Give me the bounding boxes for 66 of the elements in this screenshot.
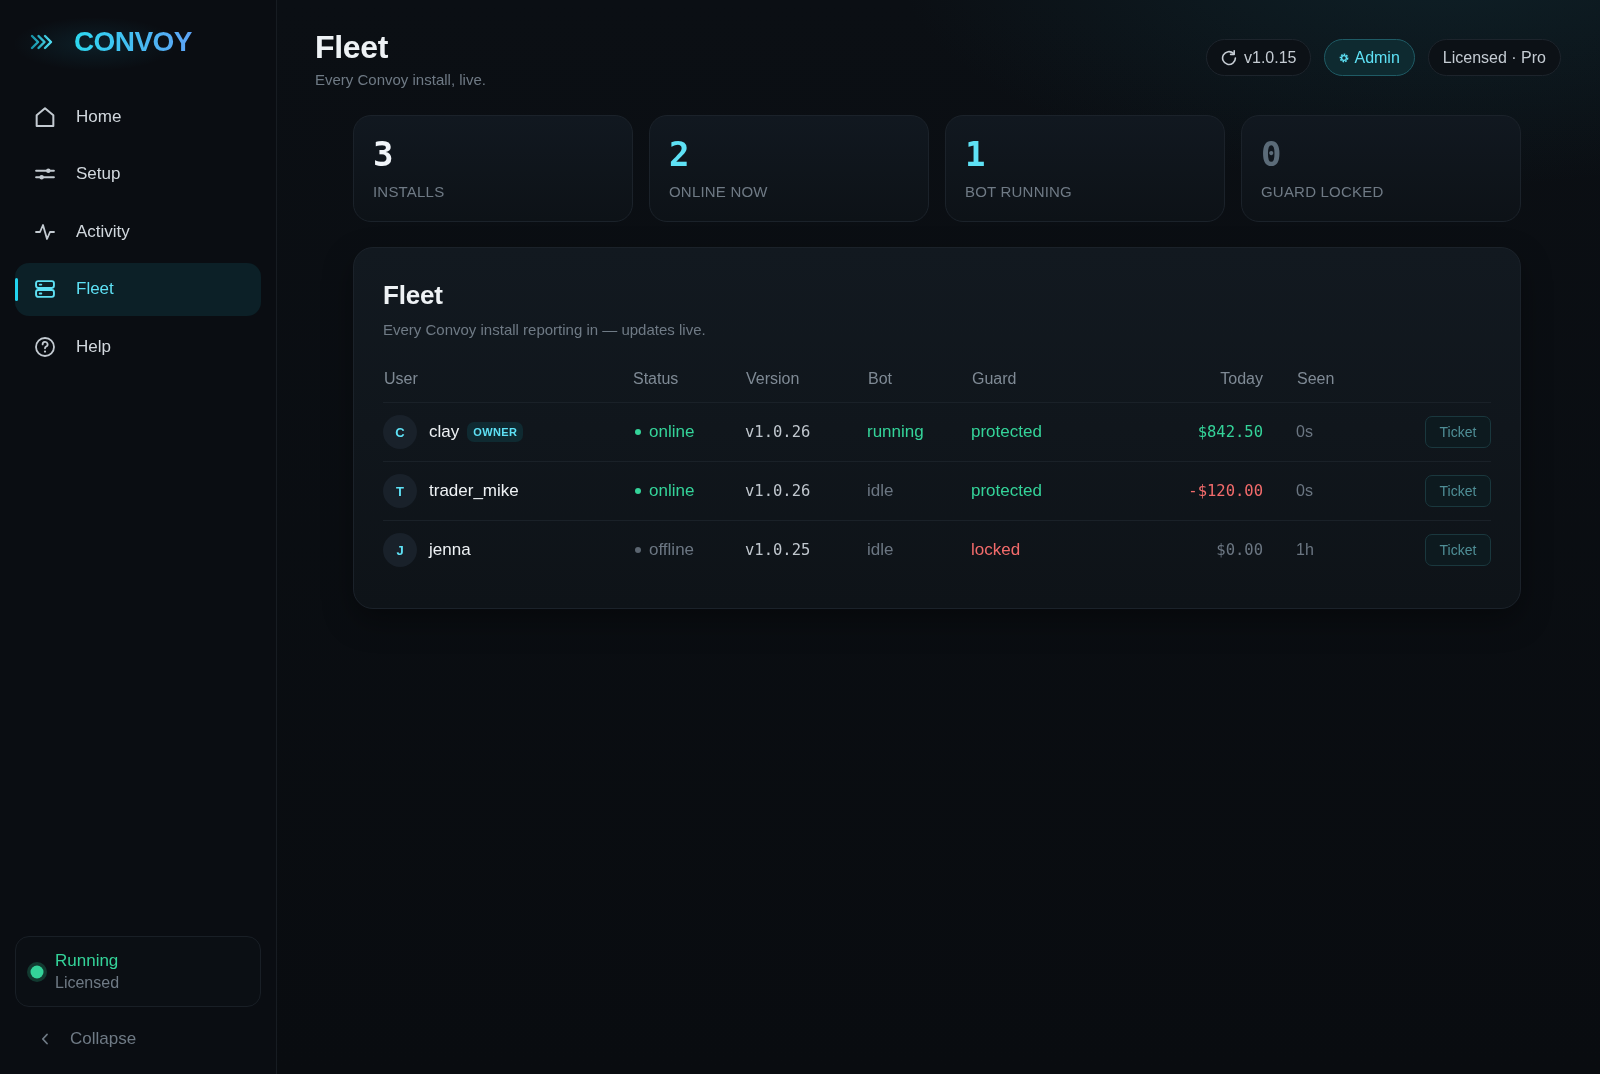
- page-subtitle: Every Convoy install, live.: [315, 71, 486, 89]
- seen-time: 0s: [1296, 482, 1313, 499]
- status-text: offline: [649, 540, 695, 560]
- user-name: clay: [429, 422, 460, 442]
- column-header: Bot: [867, 369, 892, 387]
- chevron-left-icon: [41, 1033, 49, 1045]
- column-header: Guard: [971, 369, 1017, 387]
- ticket-button[interactable]: Ticket: [1425, 475, 1491, 507]
- user-avatar: C: [383, 415, 417, 449]
- today-amount: -$120.00: [1188, 482, 1263, 500]
- stat-value: 0: [1261, 134, 1283, 174]
- bot-state: idle: [867, 481, 894, 500]
- question-icon: [35, 336, 55, 357]
- stat-label: ONLINE NOW: [669, 183, 769, 201]
- version-button[interactable]: v1.0.15: [1206, 39, 1312, 76]
- today-amount: $0.00: [1216, 541, 1263, 559]
- stat-value: 2: [669, 134, 691, 174]
- guard-state: locked: [971, 540, 1021, 559]
- ticket-button[interactable]: Ticket: [1425, 534, 1491, 566]
- panel-title: Fleet: [383, 279, 444, 311]
- pulse-icon: [35, 221, 55, 242]
- stat-label: INSTALLS: [373, 183, 446, 201]
- column-header: Today: [1219, 369, 1263, 387]
- version-text: v1.0.26: [745, 423, 811, 441]
- status-text: online: [649, 422, 695, 442]
- column-header: Status: [632, 369, 679, 387]
- gear-icon: [1339, 52, 1350, 63]
- house-icon: [35, 106, 55, 127]
- triple-chevron-icon: [30, 34, 53, 50]
- seen-time: 0s: [1296, 423, 1313, 440]
- nav-item[interactable]: Help: [15, 320, 261, 373]
- today-amount: $842.50: [1197, 423, 1263, 441]
- refresh-icon: [1221, 49, 1237, 66]
- nav-item[interactable]: Fleet: [15, 262, 261, 316]
- stat-value: 1: [965, 134, 987, 174]
- seen-time: 1h: [1296, 541, 1314, 558]
- guard-state: protected: [971, 481, 1042, 500]
- column-header: Seen: [1296, 369, 1335, 387]
- collapse-button[interactable]: Collapse: [15, 1019, 143, 1059]
- status-title: Running: [55, 949, 120, 972]
- user-name: trader_mike: [429, 481, 519, 501]
- panel-subtitle: Every Convoy install reporting in — updates live.: [383, 321, 707, 339]
- license-pill: Licensed · Pro: [1427, 39, 1561, 76]
- stat-label: GUARD LOCKED: [1261, 183, 1385, 201]
- role-badge: OWNER: [467, 422, 524, 442]
- server-icon: [35, 279, 55, 299]
- stat-label: BOT RUNNING: [965, 183, 1073, 201]
- version-text: v1.0.26: [745, 482, 811, 500]
- version-text: v1.0.25: [745, 541, 811, 559]
- role-button[interactable]: Admin: [1324, 39, 1415, 76]
- nav-item[interactable]: Setup: [15, 147, 261, 201]
- user-name: jenna: [429, 540, 471, 560]
- status-subtitle: Licensed: [55, 972, 120, 993]
- stat-value: 3: [373, 134, 395, 174]
- status-text: online: [649, 481, 695, 501]
- ticket-button[interactable]: Ticket: [1425, 416, 1491, 448]
- guard-state: protected: [971, 422, 1042, 441]
- nav-item[interactable]: Home: [15, 90, 261, 143]
- column-header: User: [383, 369, 418, 387]
- user-avatar: J: [383, 533, 417, 567]
- page-title: Fleet: [315, 28, 390, 66]
- bot-state: running: [867, 422, 924, 441]
- nav-item[interactable]: Activity: [15, 205, 261, 258]
- column-header: Version: [745, 369, 800, 387]
- bot-state: idle: [867, 540, 894, 559]
- user-avatar: T: [383, 474, 417, 508]
